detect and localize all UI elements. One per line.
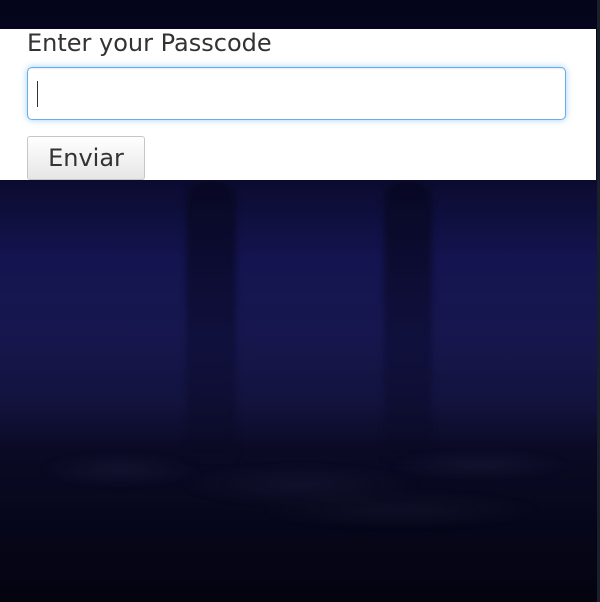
- text-caret: [37, 81, 38, 107]
- passcode-form: Enter your Passcode Enviar: [0, 29, 596, 180]
- background-column-right: [384, 180, 432, 460]
- passcode-input[interactable]: [27, 67, 566, 120]
- background-column-left: [186, 180, 236, 460]
- submit-button[interactable]: Enviar: [27, 136, 145, 180]
- passcode-label: Enter your Passcode: [27, 29, 272, 57]
- background-ground: [0, 440, 600, 550]
